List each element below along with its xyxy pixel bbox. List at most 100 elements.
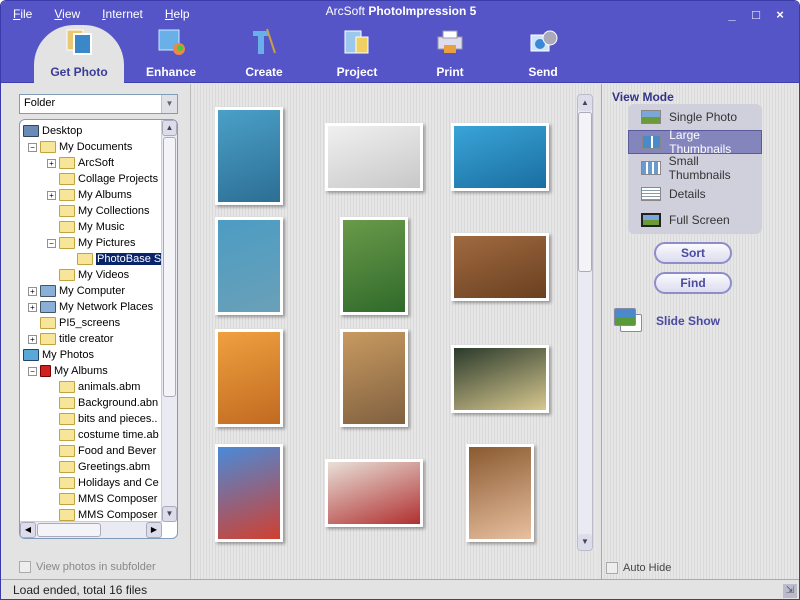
tree-item[interactable]: costume time.ab bbox=[59, 427, 159, 443]
view-mode-small-thumbnails[interactable]: Small Thumbnails bbox=[628, 154, 762, 182]
tree-item[interactable]: My Music bbox=[59, 219, 124, 235]
checkbox-box[interactable] bbox=[19, 561, 31, 573]
photo-image bbox=[454, 126, 546, 188]
expand-icon[interactable]: + bbox=[28, 334, 37, 344]
view-mode-single-photo[interactable]: Single Photo bbox=[628, 105, 762, 129]
tree-item[interactable]: + My Albums bbox=[47, 187, 132, 203]
small-thumbnails-icon bbox=[641, 161, 661, 175]
collapse-icon[interactable]: − bbox=[47, 238, 56, 248]
close-button[interactable]: × bbox=[773, 8, 787, 22]
sort-button[interactable]: Sort bbox=[654, 242, 732, 264]
scroll-thumb[interactable] bbox=[578, 112, 592, 272]
tree-item[interactable]: Food and Bever bbox=[59, 443, 156, 459]
chevron-down-icon[interactable]: ▼ bbox=[161, 95, 177, 113]
scroll-down-button[interactable]: ▼ bbox=[162, 506, 177, 522]
tree-item[interactable]: MMS Composer bbox=[59, 491, 157, 507]
tab-enhance[interactable]: Enhance bbox=[126, 25, 216, 83]
tree-item[interactable]: Desktop bbox=[23, 123, 82, 139]
photo-thumbnail[interactable] bbox=[466, 444, 534, 542]
tree-item[interactable]: − My Pictures bbox=[47, 235, 135, 251]
tree-item-label: PhotoBase S bbox=[96, 253, 162, 265]
tree-item[interactable]: My Collections bbox=[59, 203, 150, 219]
find-button[interactable]: Find bbox=[654, 272, 732, 294]
photo-thumbnail[interactable] bbox=[215, 444, 283, 542]
photo-thumbnail[interactable] bbox=[325, 459, 423, 527]
tree-item[interactable]: My Photos bbox=[23, 347, 94, 363]
tree-item[interactable]: Collage Projects bbox=[59, 171, 158, 187]
details-icon bbox=[641, 187, 661, 201]
photo-thumbnail[interactable] bbox=[451, 233, 549, 301]
tree-item-label: Food and Bever bbox=[78, 445, 157, 457]
folder-tree-items: Desktop − My Documents + ArcSoft Collage Proj… bbox=[20, 120, 162, 522]
tree-item[interactable]: + title creator bbox=[28, 331, 113, 347]
minimize-button[interactable]: _ bbox=[725, 8, 739, 22]
photo-thumbnail[interactable] bbox=[451, 123, 549, 191]
photo-thumbnail[interactable] bbox=[215, 217, 283, 315]
folder-icon bbox=[59, 493, 75, 506]
resize-grip-icon[interactable]: ⇲ bbox=[783, 584, 797, 598]
tree-item[interactable]: − My Documents bbox=[28, 139, 132, 155]
scroll-thumb[interactable] bbox=[37, 523, 101, 537]
expand-icon[interactable]: + bbox=[47, 190, 56, 200]
tab-get-photo[interactable]: Get Photo bbox=[34, 25, 124, 83]
expand-icon[interactable]: + bbox=[47, 158, 56, 168]
tab-label: Project bbox=[336, 65, 378, 79]
view-mode-large-thumbnails[interactable]: Large Thumbnails bbox=[628, 128, 762, 156]
scroll-left-button[interactable]: ◀ bbox=[20, 522, 36, 538]
tree-item[interactable]: Background.abn bbox=[59, 395, 158, 411]
collapse-icon[interactable]: − bbox=[28, 142, 37, 152]
collapse-icon[interactable]: − bbox=[28, 366, 37, 376]
scroll-thumb[interactable] bbox=[163, 137, 176, 397]
status-bar: Load ended, total 16 files ⇲ bbox=[1, 579, 799, 599]
photo-thumbnail[interactable] bbox=[340, 217, 408, 315]
tab-create[interactable]: Create bbox=[219, 25, 309, 83]
scroll-up-button[interactable]: ▲ bbox=[578, 95, 592, 111]
tree-vertical-scrollbar[interactable]: ▲ ▼ bbox=[161, 120, 177, 522]
tree-item-label: My Music bbox=[78, 221, 125, 233]
tree-item[interactable]: Greetings.abm bbox=[59, 459, 150, 475]
tree-item[interactable]: MMS Composer bbox=[59, 507, 157, 522]
gallery-vertical-scrollbar[interactable]: ▲ ▼ bbox=[577, 94, 593, 551]
tree-item[interactable]: + My Computer bbox=[28, 283, 125, 299]
tree-item[interactable]: + ArcSoft bbox=[47, 155, 114, 171]
maximize-button[interactable]: □ bbox=[749, 8, 763, 22]
tree-item[interactable]: + My Network Places bbox=[28, 299, 153, 315]
folder-icon bbox=[40, 317, 56, 330]
scroll-down-button[interactable]: ▼ bbox=[578, 534, 592, 550]
scroll-right-button[interactable]: ▶ bbox=[146, 522, 162, 538]
tree-item[interactable]: My Videos bbox=[59, 267, 129, 283]
folder-combo[interactable]: Folder ▼ bbox=[19, 94, 178, 114]
photo-thumbnail[interactable] bbox=[451, 345, 549, 413]
tree-item[interactable]: PhotoBase S bbox=[77, 251, 162, 267]
tree-horizontal-scrollbar[interactable]: ◀ ▶ bbox=[20, 521, 162, 538]
view-mode-full-screen[interactable]: Full Screen bbox=[628, 208, 762, 232]
tab-project[interactable]: Project bbox=[312, 25, 402, 83]
checkbox-box[interactable] bbox=[606, 562, 618, 574]
scroll-up-button[interactable]: ▲ bbox=[162, 120, 177, 136]
view-mode-details[interactable]: Details bbox=[628, 182, 762, 206]
tree-item[interactable]: bits and pieces.. bbox=[59, 411, 158, 427]
tree-item-label: My Photos bbox=[42, 349, 94, 361]
photo-thumbnail[interactable] bbox=[340, 329, 408, 427]
tab-send[interactable]: Send bbox=[498, 25, 588, 83]
expand-icon[interactable]: + bbox=[28, 286, 37, 296]
folder-icon bbox=[59, 173, 75, 186]
tab-print[interactable]: Print bbox=[405, 25, 495, 83]
tree-item[interactable]: − My Albums bbox=[28, 363, 108, 379]
tree-item[interactable]: Holidays and Ce bbox=[59, 475, 159, 491]
tree-item[interactable]: animals.abm bbox=[59, 379, 140, 395]
my-photos-icon bbox=[23, 349, 39, 362]
expand-icon[interactable]: + bbox=[28, 302, 37, 312]
album-book-icon bbox=[40, 365, 51, 378]
subfolder-checkbox[interactable]: View photos in subfolder bbox=[19, 561, 156, 573]
photo-image bbox=[343, 220, 405, 312]
photo-image bbox=[218, 220, 280, 312]
slide-show-button[interactable]: Slide Show bbox=[614, 308, 720, 334]
photo-thumbnail[interactable] bbox=[215, 107, 283, 205]
photo-thumbnail[interactable] bbox=[325, 123, 423, 191]
photo-gallery bbox=[192, 84, 596, 579]
auto-hide-checkbox[interactable]: Auto Hide bbox=[606, 562, 671, 574]
photo-thumbnail[interactable] bbox=[215, 329, 283, 427]
tree-item-label: My Pictures bbox=[78, 237, 136, 249]
tree-item[interactable]: PI5_screens bbox=[40, 315, 120, 331]
